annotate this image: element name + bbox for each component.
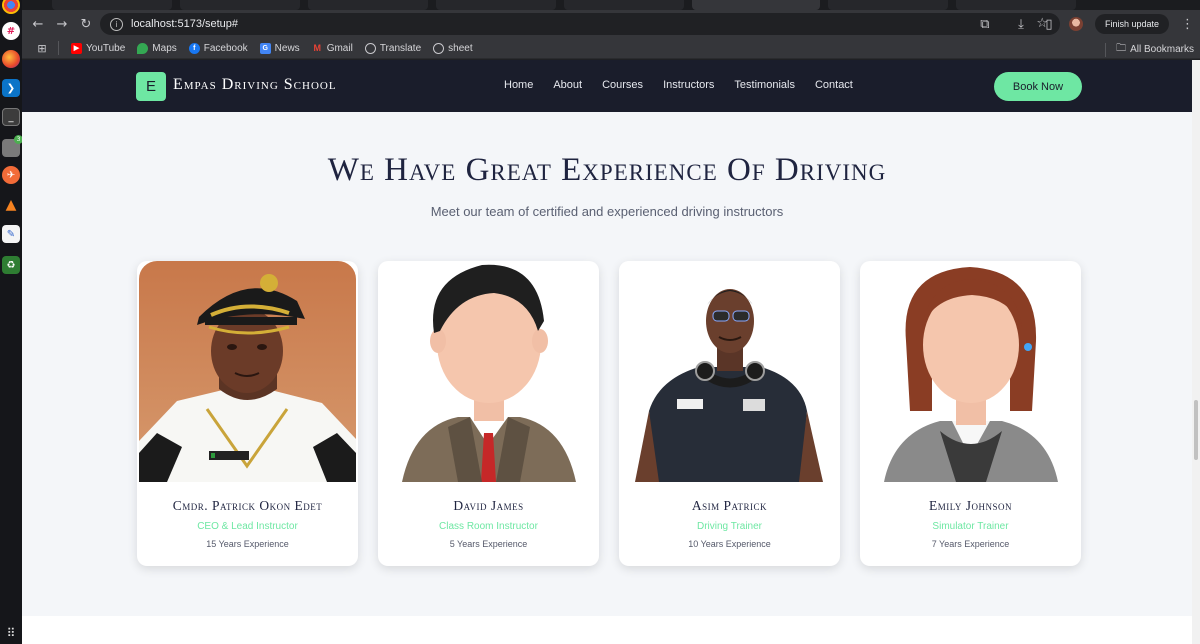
instructor-role: Class Room Instructor	[439, 521, 538, 532]
vlc-dock-icon[interactable]: ▲	[2, 196, 20, 214]
bookmarks-bar: ⊞ ▶ YouTube Maps f Facebook G News M Gmail T…	[22, 38, 1200, 59]
bookmark-youtube[interactable]: ▶ YouTube	[71, 42, 125, 54]
vscode-dock-icon[interactable]: ❯	[2, 79, 20, 97]
finish-update-button[interactable]: Finish update	[1094, 14, 1169, 34]
back-arrow-icon[interactable]: ←	[26, 12, 50, 36]
bookmark-translate[interactable]: Translate	[364, 42, 421, 54]
text-editor-dock-icon[interactable]: ✎	[2, 225, 20, 243]
male-avatar-illustration	[378, 261, 599, 482]
extensions-icon[interactable]: ⧉	[977, 17, 993, 32]
news-icon: G	[259, 42, 271, 54]
instructor-experience: 5 Years Experience	[449, 539, 528, 549]
instructor-experience: 15 Years Experience	[206, 539, 289, 549]
browser-tab[interactable]	[52, 0, 172, 10]
menu-kebab-icon[interactable]: ⋮	[1181, 17, 1194, 32]
bookmark-maps[interactable]: Maps	[137, 42, 177, 54]
instructor-name: Cmdr. Patrick Okon Edet	[172, 498, 323, 513]
tab-strip	[22, 0, 1200, 10]
instructor-name: Emily Johnson	[929, 498, 1012, 513]
book-now-button[interactable]: Book Now	[994, 72, 1082, 101]
logo-mark[interactable]: E	[136, 72, 166, 101]
youtube-icon: ▶	[71, 42, 82, 54]
page-scrollbar[interactable]	[1192, 60, 1200, 644]
nav-link-contact[interactable]: Contact	[815, 79, 853, 91]
browser-tab[interactable]	[828, 0, 948, 10]
man-with-headphones-photo	[619, 261, 840, 482]
nav-link-testimonials[interactable]: Testimonials	[734, 79, 795, 91]
translate-icon	[364, 42, 376, 54]
instructor-card[interactable]: Asim Patrick Driving Trainer 10 Years Ex…	[619, 261, 840, 566]
ubuntu-dock: # ❯ _ 3 ✈ ▲ ✎ ♻ ⠿	[0, 0, 23, 644]
officer-photo	[137, 261, 358, 482]
postman-dock-icon[interactable]: ✈	[2, 166, 20, 184]
all-bookmarks-button[interactable]: 🗀 All Bookmarks	[1105, 41, 1194, 58]
instructor-card[interactable]: Emily Johnson Simulator Trainer 7 Years …	[860, 261, 1081, 566]
trash-dock-icon[interactable]: ♻	[2, 256, 20, 274]
bookmark-sheet[interactable]: sheet	[433, 42, 473, 54]
browser-tab[interactable]	[956, 0, 1076, 10]
bookmark-news[interactable]: G News	[259, 42, 300, 54]
browser-tab[interactable]	[308, 0, 428, 10]
bookmark-facebook[interactable]: f Facebook	[188, 42, 248, 54]
url-text: localhost:5173/setup#	[131, 18, 239, 30]
terminal-dock-icon[interactable]: _	[2, 108, 20, 126]
section-title: We Have Great Experience Of Driving	[327, 152, 887, 188]
browser-toolbar: ← → ↻ i localhost:5173/setup# ☆ ⧉ ⤓ ▯ Fi…	[22, 10, 1200, 38]
download-icon[interactable]: ⤓	[1013, 17, 1029, 32]
reload-icon[interactable]: ↻	[74, 12, 98, 36]
scrollbar-thumb[interactable]	[1194, 400, 1198, 460]
instructor-experience: 7 Years Experience	[931, 539, 1010, 549]
female-avatar-illustration	[860, 261, 1081, 482]
forward-arrow-icon[interactable]: →	[50, 12, 74, 36]
section-subtitle: Meet our team of certified and experienc…	[430, 204, 784, 219]
instructor-experience: 10 Years Experience	[688, 539, 771, 549]
instructor-cards: Cmdr. Patrick Okon Edet CEO & Lead Instr…	[137, 261, 1081, 566]
maps-icon	[137, 42, 149, 54]
address-bar[interactable]: i localhost:5173/setup# ☆	[100, 13, 1060, 35]
site-navbar: E Empas Driving School Home About Course…	[22, 60, 1192, 112]
instructor-card[interactable]: Cmdr. Patrick Okon Edet CEO & Lead Instr…	[137, 261, 358, 566]
browser-tab-active[interactable]	[692, 0, 820, 10]
bookmark-sidebar-icon[interactable]: ▯	[1041, 17, 1057, 32]
instructor-name: David James	[453, 498, 524, 513]
chrome-dock-icon[interactable]	[2, 0, 20, 14]
facebook-icon: f	[188, 42, 200, 54]
page-viewport: E Empas Driving School Home About Course…	[22, 60, 1192, 644]
nav-links: Home About Courses Instructors Testimoni…	[504, 79, 873, 91]
firefox-dock-icon[interactable]	[2, 50, 20, 68]
nav-link-instructors[interactable]: Instructors	[663, 79, 714, 91]
next-section	[22, 616, 1192, 644]
browser-tab[interactable]	[564, 0, 684, 10]
folder-icon: 🗀	[1116, 43, 1127, 54]
nav-link-home[interactable]: Home	[504, 79, 533, 91]
site-info-icon[interactable]: i	[110, 17, 123, 31]
globe-icon	[433, 42, 445, 54]
gmail-icon: M	[313, 43, 321, 53]
instructor-role: Driving Trainer	[696, 521, 763, 532]
divider	[58, 41, 59, 55]
instructor-role: CEO & Lead Instructor	[197, 521, 298, 532]
instructor-role: Simulator Trainer	[932, 521, 1009, 532]
apps-grid-icon[interactable]: ⊞	[34, 42, 50, 55]
browser-tab[interactable]	[436, 0, 556, 10]
instructor-card[interactable]: David James Class Room Instructor 5 Year…	[378, 261, 599, 566]
profile-avatar[interactable]	[1068, 17, 1083, 31]
brand-name[interactable]: Empas Driving School	[173, 76, 337, 94]
browser-tab[interactable]	[180, 0, 300, 10]
bookmark-gmail[interactable]: M Gmail	[312, 43, 352, 54]
nav-link-about[interactable]: About	[553, 79, 582, 91]
instructor-name: Asim Patrick	[691, 498, 768, 513]
slack-dock-icon[interactable]: #	[2, 22, 20, 40]
nav-link-courses[interactable]: Courses	[602, 79, 643, 91]
files-dock-icon[interactable]: 3	[2, 135, 23, 157]
apps-grid-icon[interactable]: ⠿	[2, 624, 20, 642]
